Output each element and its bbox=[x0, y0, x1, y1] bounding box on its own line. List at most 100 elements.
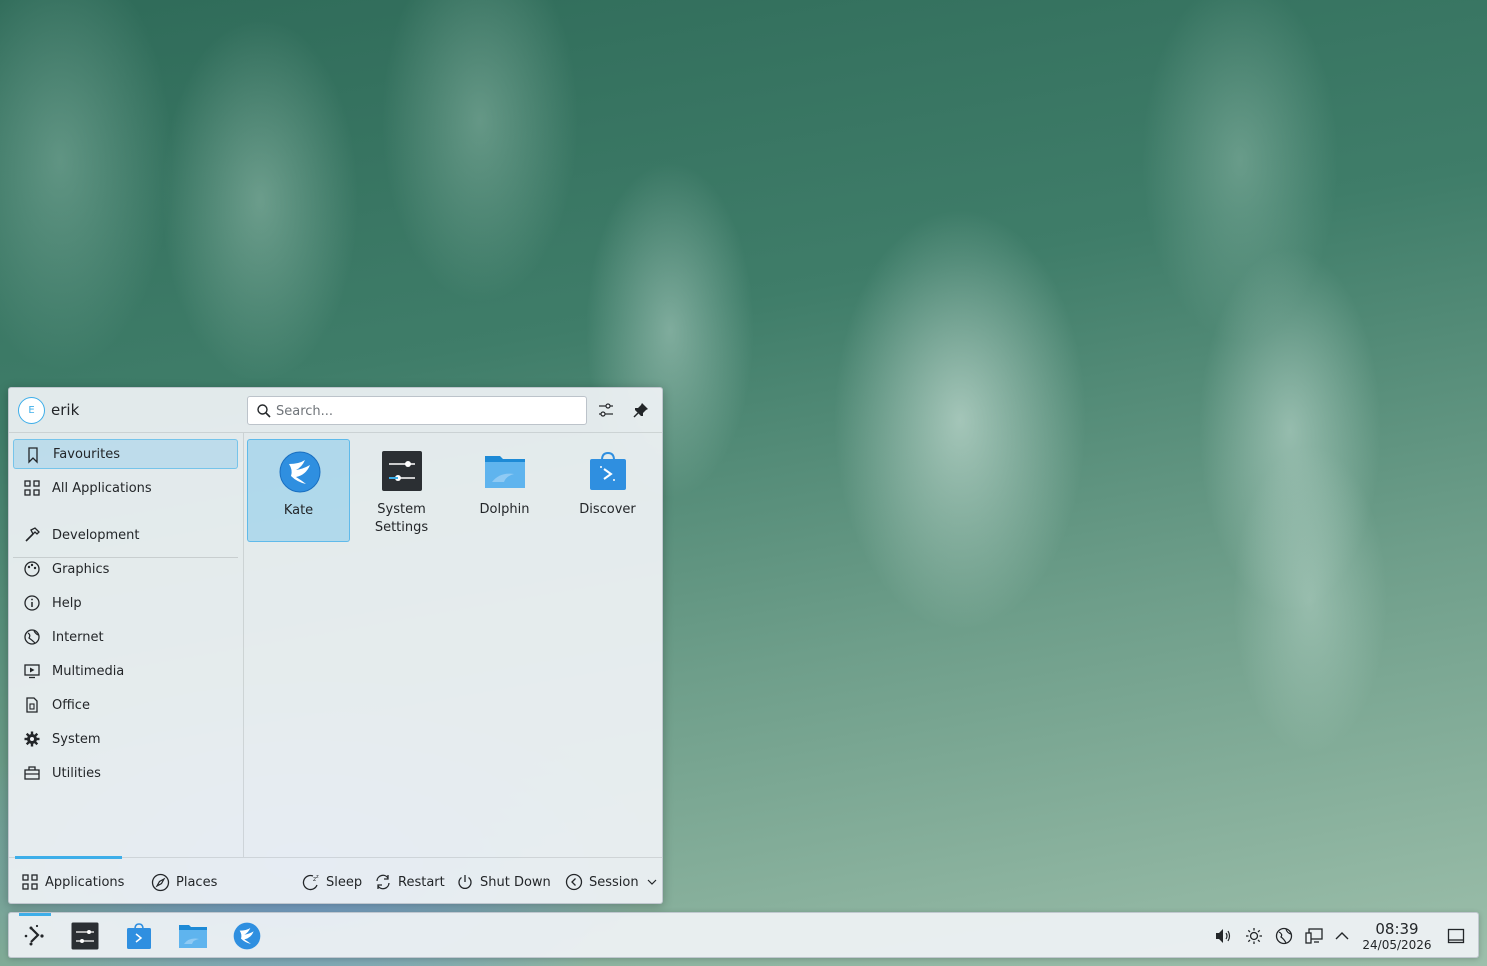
speaker-icon bbox=[1216, 929, 1231, 943]
sliders-icon bbox=[599, 403, 613, 417]
pin-button[interactable] bbox=[631, 400, 651, 420]
discover-icon bbox=[590, 451, 626, 490]
app-label: System Settings bbox=[350, 501, 453, 537]
sidebar-item-help[interactable]: Help bbox=[13, 588, 238, 618]
launcher-active-indicator bbox=[19, 913, 51, 916]
hammer-icon bbox=[25, 527, 40, 542]
show-desktop-icon bbox=[1447, 928, 1465, 944]
dolphin-icon bbox=[485, 456, 525, 488]
chevron-up-icon bbox=[1335, 932, 1349, 940]
user-avatar[interactable]: E bbox=[18, 397, 45, 424]
sidebar-item-label: Graphics bbox=[52, 561, 110, 577]
sidebar-item-system[interactable]: System bbox=[13, 724, 238, 754]
palette-icon bbox=[24, 561, 40, 577]
taskbar-discover[interactable] bbox=[121, 918, 157, 954]
search-field[interactable] bbox=[247, 396, 587, 425]
gear-icon bbox=[24, 731, 40, 747]
kate-icon bbox=[233, 922, 261, 950]
brightness-icon[interactable] bbox=[1244, 926, 1264, 946]
globe-icon bbox=[24, 629, 40, 645]
username: erik bbox=[51, 401, 80, 419]
kate-icon bbox=[279, 451, 321, 493]
dolphin-icon bbox=[179, 925, 207, 948]
action-label: Restart bbox=[398, 874, 445, 890]
sidebar-item-label: Favourites bbox=[53, 446, 120, 462]
sidebar-item-label: Utilities bbox=[52, 765, 101, 781]
svg-text:z: z bbox=[316, 874, 319, 880]
taskbar-kate[interactable] bbox=[229, 918, 265, 954]
sidebar-item-label: System bbox=[52, 731, 101, 747]
sidebar-item-graphics[interactable]: Graphics bbox=[13, 554, 238, 584]
app-label: Dolphin bbox=[479, 502, 530, 517]
shutdown-button[interactable]: Shut Down bbox=[456, 872, 551, 892]
power-icon bbox=[458, 875, 472, 889]
app-label-line: System bbox=[377, 502, 426, 517]
taskbar-dolphin[interactable] bbox=[175, 918, 211, 954]
launcher-footer: Applications Places z z Sleep Restart Sh… bbox=[9, 856, 662, 905]
sidebar-item-label: Multimedia bbox=[52, 663, 125, 679]
launcher-header: E erik bbox=[9, 388, 662, 433]
sidebar-item-label: Development bbox=[52, 527, 140, 543]
sidebar-item-label: Office bbox=[52, 697, 90, 713]
sidebar-item-development[interactable]: Development bbox=[13, 520, 238, 550]
active-tab-indicator bbox=[15, 856, 122, 859]
system-settings-icon bbox=[71, 922, 99, 950]
info-icon bbox=[24, 595, 40, 611]
tab-applications[interactable]: Applications bbox=[21, 872, 124, 892]
wired-network-icon[interactable] bbox=[1304, 926, 1324, 946]
bookmark-icon bbox=[28, 447, 38, 464]
network-globe-icon[interactable] bbox=[1274, 926, 1294, 946]
action-label: Session bbox=[589, 874, 639, 890]
sidebar-item-label: Internet bbox=[52, 629, 104, 645]
tab-places[interactable]: Places bbox=[151, 872, 217, 892]
sun-icon bbox=[1246, 928, 1262, 944]
sidebar-item-office[interactable]: Office bbox=[13, 690, 238, 720]
media-icon bbox=[24, 664, 40, 679]
action-label: Shut Down bbox=[480, 874, 551, 890]
sidebar-item-multimedia[interactable]: Multimedia bbox=[13, 656, 238, 686]
clock-time[interactable]: 08:39 bbox=[1357, 920, 1437, 938]
app-tile-discover[interactable]: Discover bbox=[556, 439, 659, 542]
sleep-icon: z z bbox=[302, 874, 319, 891]
app-tile-dolphin[interactable]: Dolphin bbox=[453, 439, 556, 542]
application-launcher-menu: E erik Search... Favourites All Applicat… bbox=[8, 387, 663, 904]
pin-icon bbox=[633, 403, 648, 418]
tray-expand-button[interactable] bbox=[1332, 926, 1352, 946]
app-tile-kate[interactable]: Kate bbox=[247, 439, 350, 542]
sidebar-item-internet[interactable]: Internet bbox=[13, 622, 238, 652]
sidebar-item-all-applications[interactable]: All Applications bbox=[13, 473, 238, 503]
application-launcher-button[interactable] bbox=[17, 918, 53, 954]
taskbar-panel: 08:39 24/05/2026 bbox=[8, 912, 1479, 958]
sidebar-item-utilities[interactable]: Utilities bbox=[13, 758, 238, 788]
system-settings-icon bbox=[382, 451, 422, 491]
category-sidebar: Favourites All Applications Development bbox=[9, 433, 244, 857]
sidebar-item-label: All Applications bbox=[52, 480, 152, 496]
kde-launcher-icon bbox=[24, 924, 44, 946]
sleep-button[interactable]: z z Sleep bbox=[302, 872, 362, 892]
app-tile-system-settings[interactable]: System Settings bbox=[350, 439, 453, 542]
toolbox-icon bbox=[24, 766, 40, 780]
clock-date[interactable]: 24/05/2026 bbox=[1357, 938, 1437, 952]
configure-button[interactable] bbox=[596, 400, 616, 420]
chevron-down-icon bbox=[647, 879, 657, 885]
grid-icon bbox=[24, 480, 40, 496]
document-icon bbox=[26, 697, 38, 713]
session-icon bbox=[565, 873, 583, 891]
volume-icon[interactable] bbox=[1213, 926, 1233, 946]
search-icon bbox=[257, 404, 271, 418]
app-label: Discover bbox=[579, 502, 636, 517]
tab-label: Applications bbox=[45, 874, 125, 890]
grid-icon bbox=[22, 874, 38, 890]
search-input[interactable] bbox=[276, 401, 576, 421]
action-label: Sleep bbox=[326, 874, 363, 890]
show-desktop-button[interactable] bbox=[1446, 926, 1466, 946]
tab-label: Places bbox=[176, 874, 218, 890]
taskbar-system-settings[interactable] bbox=[67, 918, 103, 954]
discover-icon bbox=[127, 923, 151, 949]
compass-icon bbox=[151, 873, 170, 891]
globe-icon bbox=[1275, 927, 1293, 945]
sidebar-item-favourites[interactable]: Favourites bbox=[13, 439, 238, 469]
session-button[interactable]: Session bbox=[565, 872, 657, 892]
restart-button[interactable]: Restart bbox=[374, 872, 445, 892]
refresh-icon bbox=[376, 874, 390, 890]
